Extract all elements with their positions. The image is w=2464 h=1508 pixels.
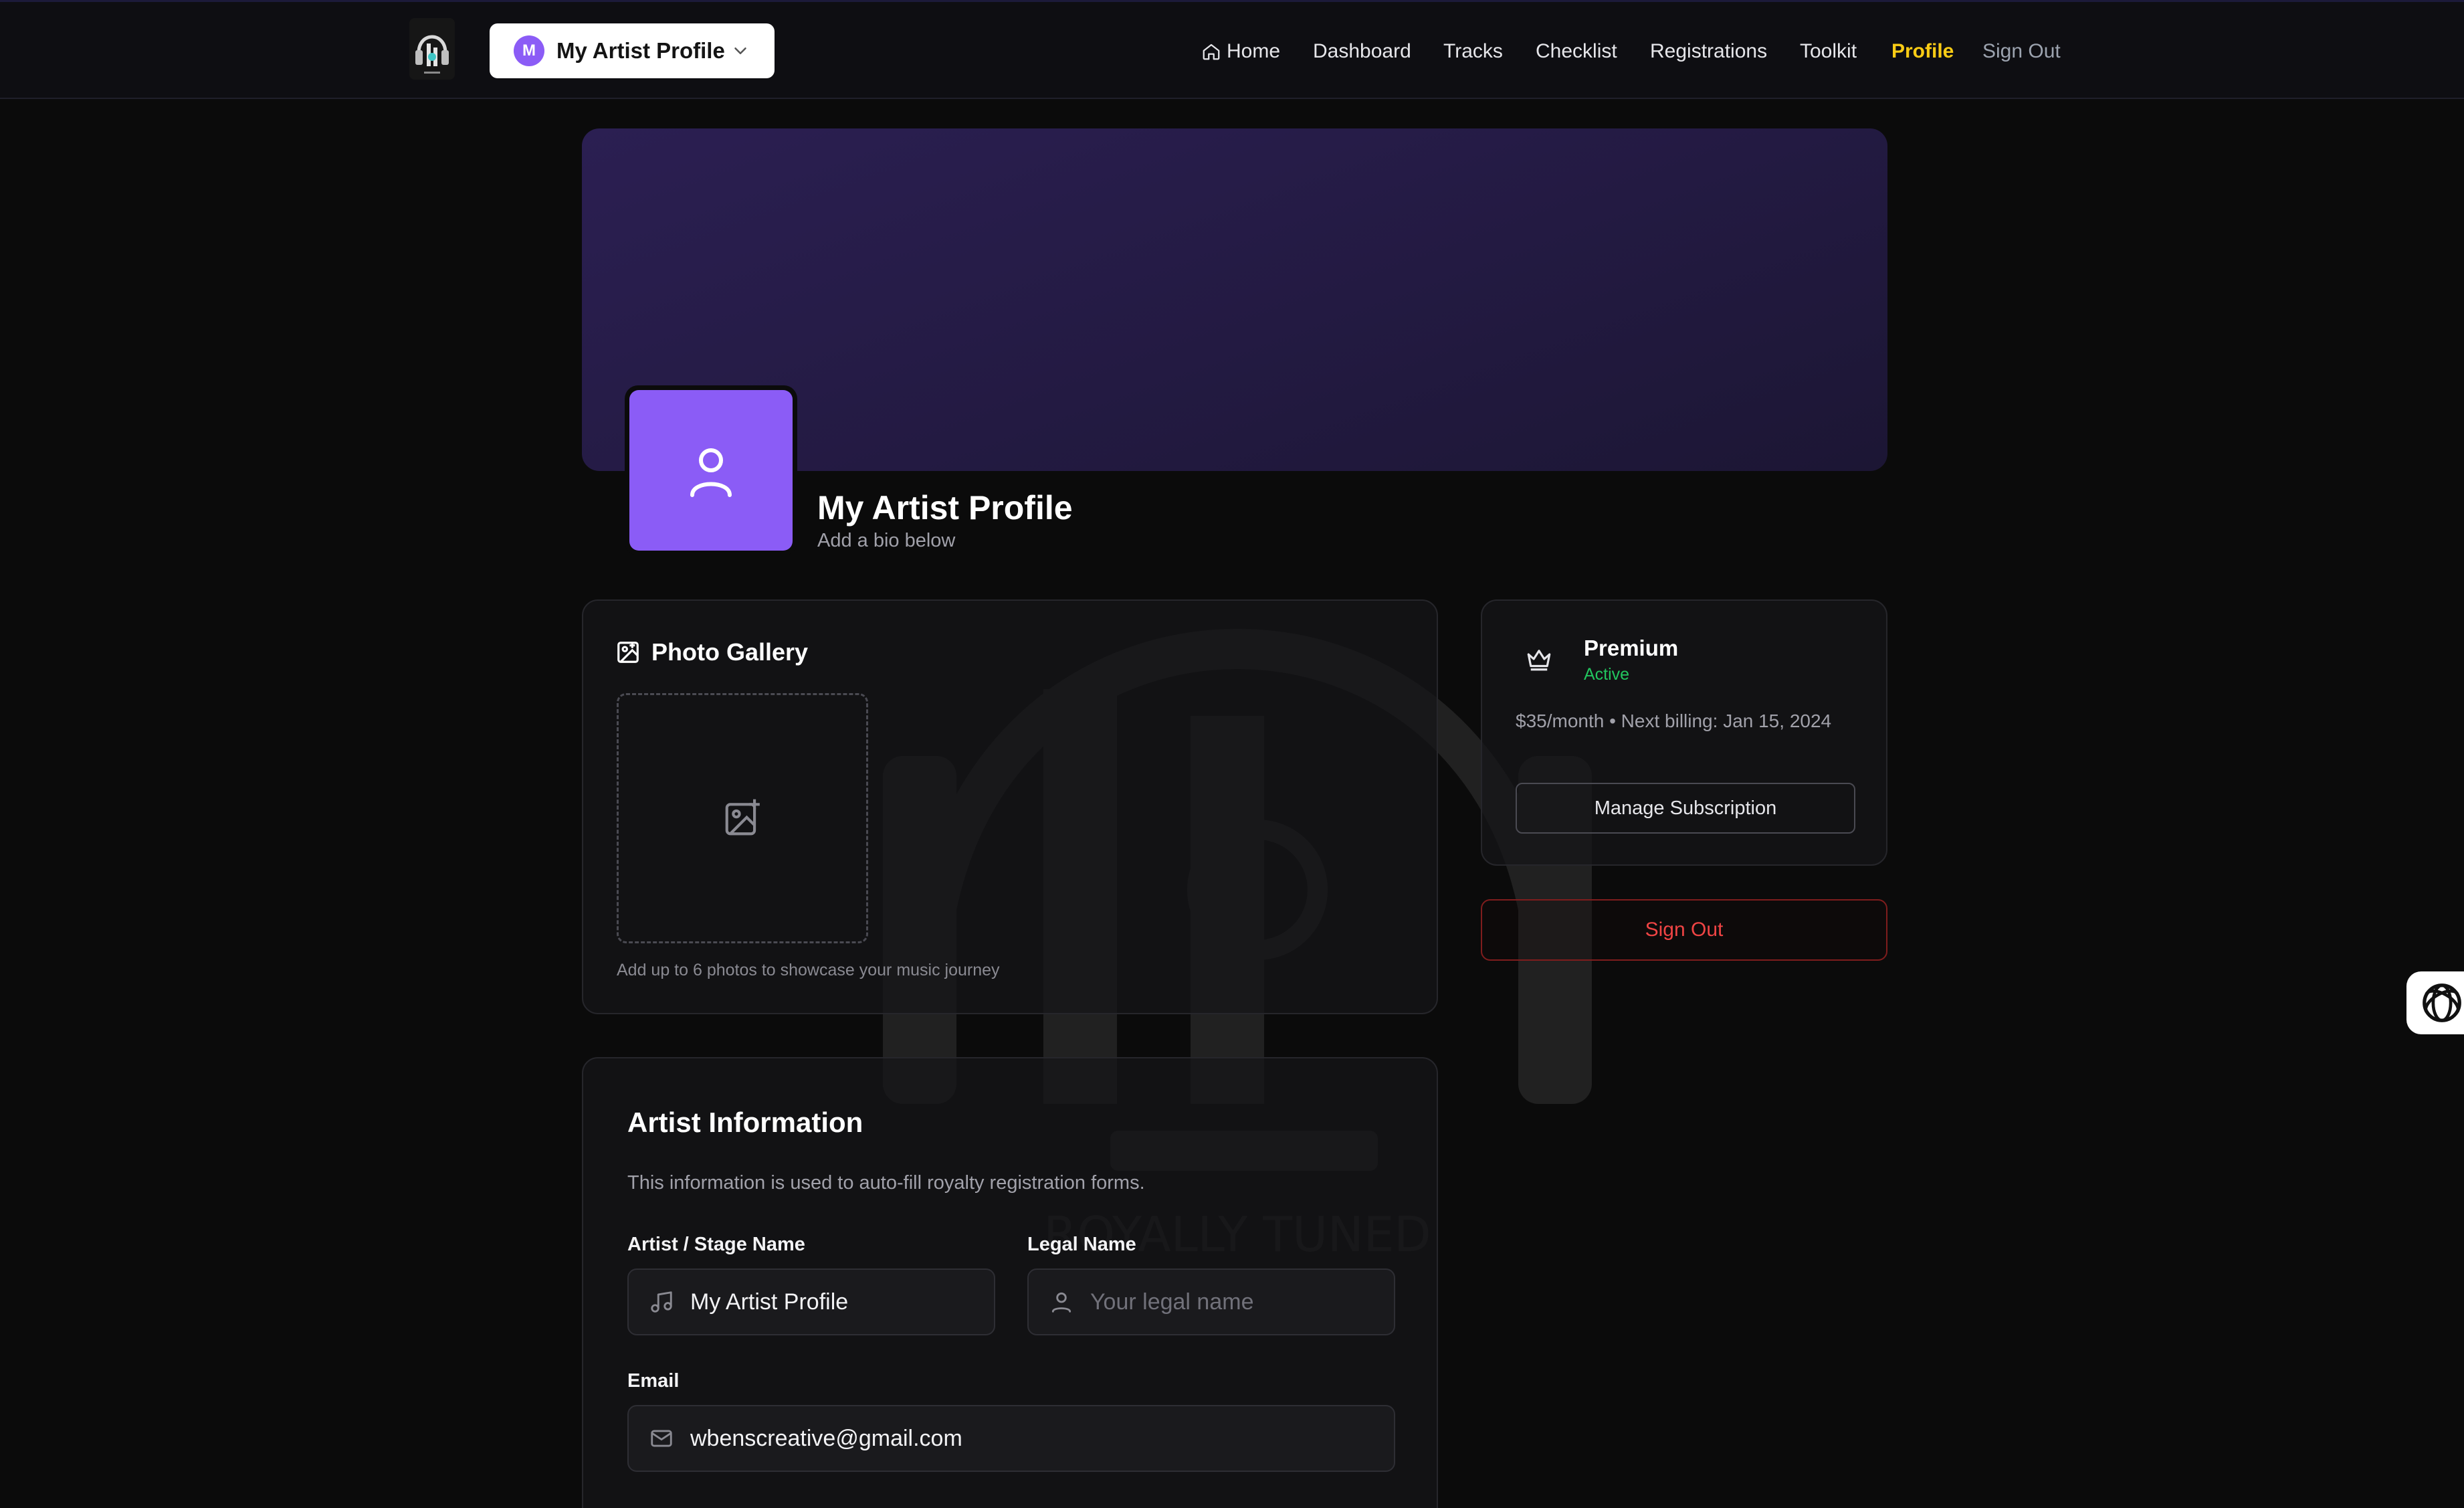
photo-gallery-card: Photo Gallery Add up to 6 photos to show… [582,599,1438,1014]
nav-tracks-link[interactable]: Tracks [1443,35,1503,68]
profile-avatar-placeholder [629,390,793,551]
artist-information-title: Artist Information [627,1107,863,1138]
nav-profile-link[interactable]: Profile [1891,35,1954,68]
nav-home-link[interactable]: Home [1201,35,1280,68]
nav-checklist-link[interactable]: Checklist [1536,35,1617,68]
mail-icon [651,1430,672,1447]
add-photo-slot[interactable] [617,693,868,943]
profile-switcher-button[interactable]: M My Artist Profile [490,23,775,78]
artist-information-card: Artist Information This information is u… [582,1057,1438,1508]
legal-name-input[interactable]: Your legal name [1027,1268,1395,1335]
nav-home-label: Home [1227,40,1281,62]
subscription-card: Premium Active $35/month • Next billing:… [1481,599,1887,866]
legal-name-placeholder: Your legal name [1090,1289,1254,1315]
nav-registrations-link[interactable]: Registrations [1650,35,1767,68]
email-label: Email [627,1370,680,1392]
manage-subscription-button[interactable]: Manage Subscription [1516,783,1855,834]
image-plus-icon [617,642,639,663]
email-input[interactable]: wbenscreative@gmail.com [627,1405,1395,1472]
subscription-status-badge: Active [1584,665,1630,684]
home-icon [1203,43,1220,60]
chevron-down-icon [734,48,746,54]
music-note-icon [651,1291,672,1313]
user-icon [690,448,732,497]
subscription-billing-info: $35/month • Next billing: Jan 15, 2024 [1516,711,1832,731]
photo-gallery-title: Photo Gallery [615,638,808,666]
subscription-plan-name: Premium [1584,636,1679,660]
stage-name-value: My Artist Profile [690,1289,849,1315]
top-navigation-bar: M My Artist Profile Home Dashboard Track… [0,0,2464,99]
nav-dashboard-link[interactable]: Dashboard [1313,35,1411,68]
photo-gallery-hint: Add up to 6 photos to showcase your musi… [617,961,1000,979]
nav-toolkit-link[interactable]: Toolkit [1800,35,1857,68]
nav-sign-out-link[interactable]: Sign Out [1982,35,2061,68]
profile-initial-avatar: M [514,35,544,66]
crown-icon [1527,650,1551,671]
profile-name: My Artist Profile [817,489,1073,527]
legal-name-label: Legal Name [1027,1234,1136,1255]
headphones-logo-icon [409,18,455,80]
profile-avatar[interactable] [625,385,797,555]
app-logo[interactable] [409,18,455,80]
user-icon [1051,1292,1071,1313]
email-value: wbenscreative@gmail.com [690,1425,962,1451]
assistant-icon [2423,983,2461,1022]
sign-out-button[interactable]: Sign Out [1481,899,1887,961]
stage-name-input[interactable]: My Artist Profile [627,1268,995,1335]
profile-switcher-label: My Artist Profile [556,38,725,63]
add-image-icon [725,799,760,836]
photo-gallery-heading: Photo Gallery [651,638,809,666]
stage-name-label: Artist / Stage Name [627,1234,805,1255]
floating-assistant-button[interactable] [2406,971,2464,1034]
profile-bio: Add a bio below [817,530,956,551]
artist-information-description: This information is used to auto-fill ro… [627,1172,1145,1194]
